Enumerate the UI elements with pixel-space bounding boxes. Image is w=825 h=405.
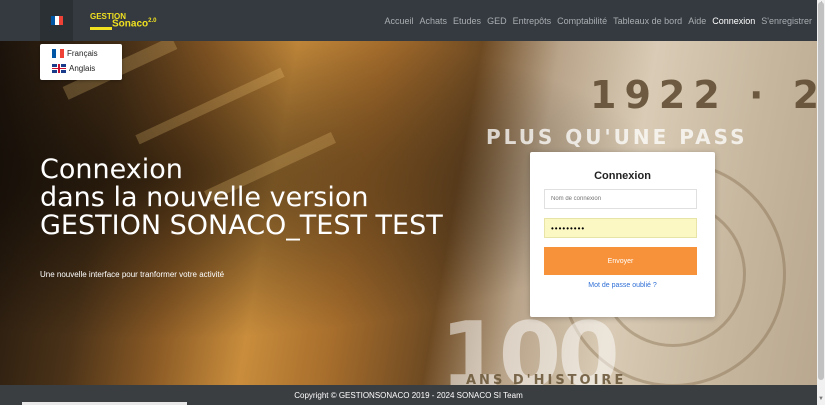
nav-link-ged[interactable]: GED: [487, 16, 507, 26]
language-option-label: Anglais: [69, 64, 96, 73]
hero-title-line2: dans la nouvelle version: [40, 182, 369, 213]
hero-title-line1: Connexion: [40, 154, 183, 185]
scrollbar-thumb[interactable]: [818, 2, 824, 380]
language-option-label: Français: [67, 49, 98, 58]
flag-fr-icon: [50, 16, 63, 25]
background-anniversary-text: ANS D'HISTOIRE: [466, 373, 627, 385]
flag-uk-icon: [52, 64, 66, 73]
background-years-text: 1922 · 20: [590, 73, 817, 117]
language-dropdown-menu: Français Anglais: [40, 44, 122, 80]
nav-link-enregistrer[interactable]: S'enregistrer: [761, 16, 812, 26]
username-input[interactable]: [544, 189, 697, 209]
language-option-francais[interactable]: Français: [52, 49, 98, 58]
nav-link-aide[interactable]: Aide: [688, 16, 706, 26]
background-slogan-text: PLUS QU'UNE PASS: [486, 125, 748, 149]
nav-link-comptabilite[interactable]: Comptabilité: [557, 16, 607, 26]
submit-button[interactable]: Envoyer: [544, 247, 697, 275]
scroll-down-arrow-icon[interactable]: ▼: [818, 396, 824, 402]
footer-copyright: Copyright © GESTIONSONACO 2019 - 2024 SO…: [294, 390, 523, 400]
vertical-scrollbar[interactable]: ▲ ▼: [817, 0, 825, 405]
language-toggle-button[interactable]: [40, 0, 73, 41]
brand-bar: [90, 27, 112, 30]
main-nav: Accueil Achats Etudes GED Entrepôts Comp…: [379, 0, 813, 41]
flag-fr-icon: [52, 49, 64, 58]
nav-link-etudes[interactable]: Etudes: [453, 16, 481, 26]
hero-subtitle: Une nouvelle interface pour tranformer v…: [40, 270, 225, 279]
hero-title: Connexion dans la nouvelle version GESTI…: [40, 156, 443, 240]
nav-link-accueil[interactable]: Accueil: [385, 16, 414, 26]
footer: Copyright © GESTIONSONACO 2019 - 2024 SO…: [0, 385, 817, 405]
hero-title-line3: GESTION SONACO_TEST TEST: [40, 210, 443, 241]
password-input[interactable]: [544, 218, 697, 238]
nav-link-tableaux-de-bord[interactable]: Tableaux de bord: [613, 16, 682, 26]
nav-link-connexion[interactable]: Connexion: [712, 16, 755, 26]
brand-logo[interactable]: GESTION Sonaco2.0: [90, 12, 180, 32]
forgot-password-link[interactable]: Mot de passe oublié ?: [530, 282, 715, 289]
nav-link-achats[interactable]: Achats: [420, 16, 448, 26]
nav-link-entrepots[interactable]: Entrepôts: [513, 16, 552, 26]
brand-line2: Sonaco2.0: [112, 18, 157, 30]
top-navbar: GESTION Sonaco2.0 Accueil Achats Etudes …: [0, 0, 817, 41]
language-option-anglais[interactable]: Anglais: [52, 64, 95, 73]
login-title: Connexion: [594, 170, 651, 182]
decorative-streak: [135, 67, 285, 145]
